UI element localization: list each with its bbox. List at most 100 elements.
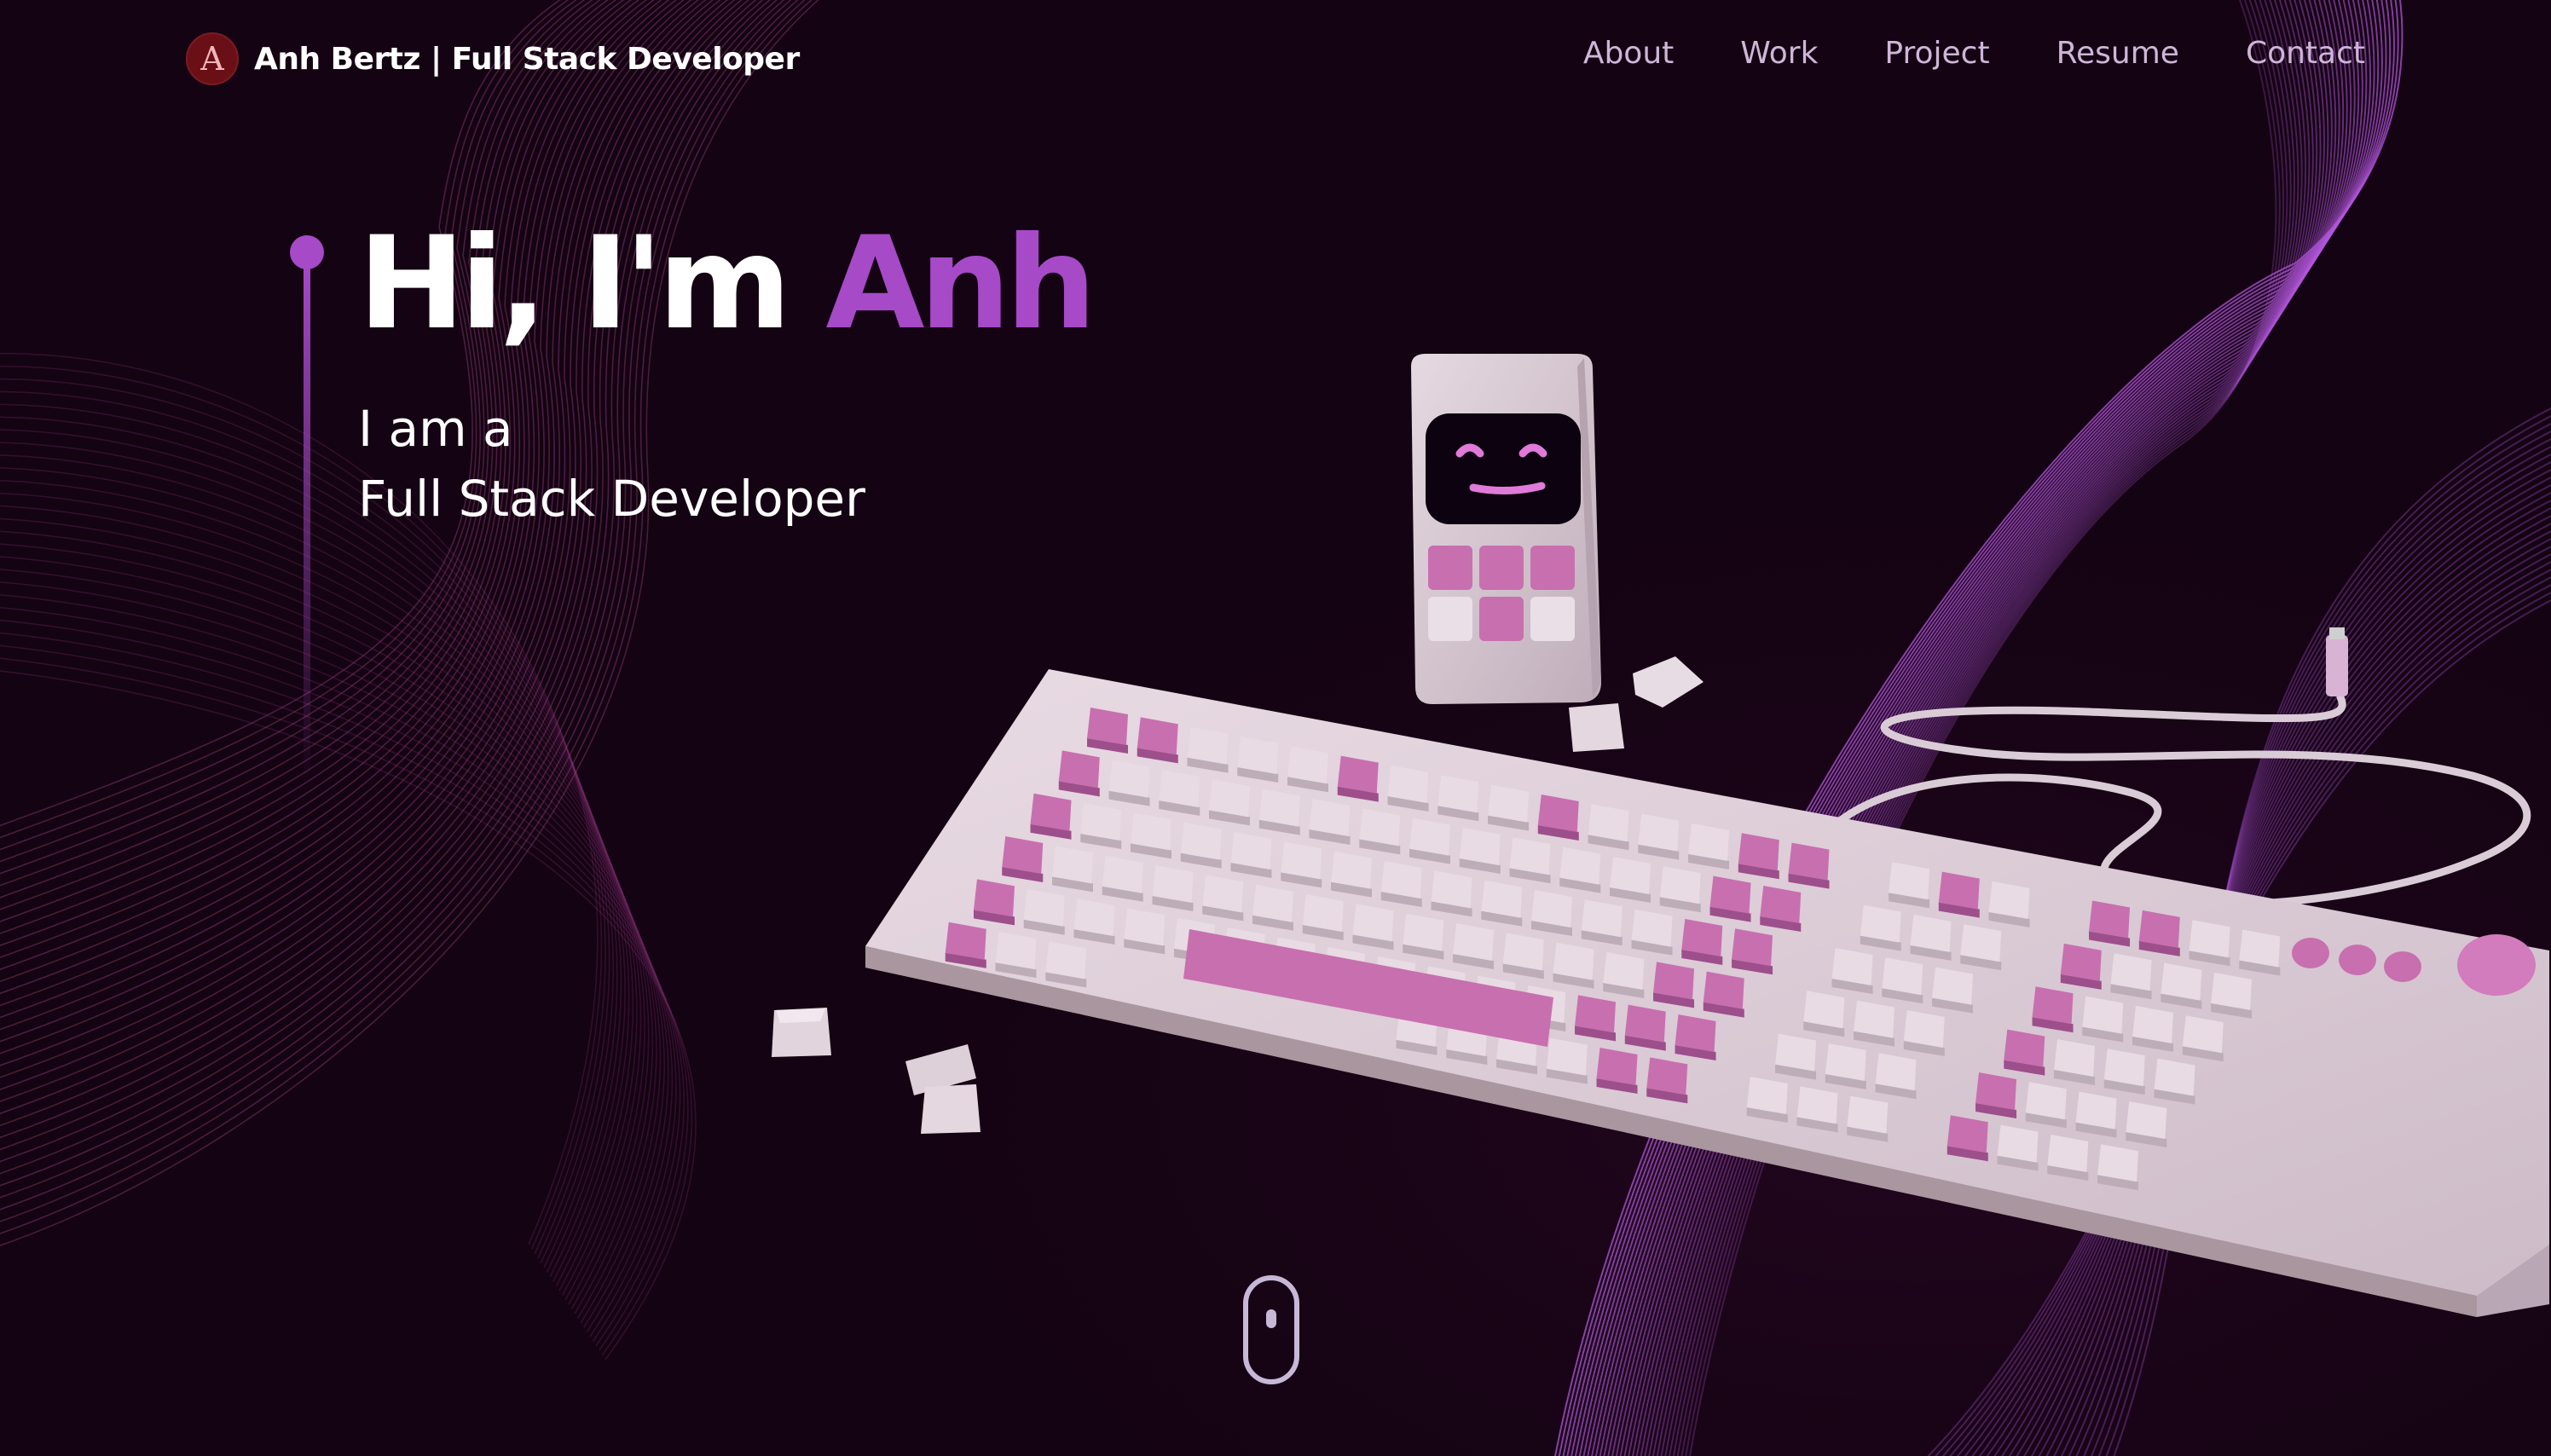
keycap xyxy=(1610,856,1651,903)
keycap xyxy=(1159,770,1200,817)
keycap xyxy=(1052,846,1094,893)
keycap xyxy=(1281,841,1322,888)
keycap xyxy=(2182,1015,2224,1062)
keycap xyxy=(1738,833,1779,880)
keycap xyxy=(1932,967,1974,1014)
keycap xyxy=(1537,794,1579,841)
robot-keycap xyxy=(1479,546,1524,590)
keycap xyxy=(1180,822,1222,869)
keycap xyxy=(2060,943,2102,990)
keycap xyxy=(1087,708,1128,754)
keycap xyxy=(2089,900,2131,947)
keycap xyxy=(2138,910,2180,956)
keycap xyxy=(1080,803,1122,850)
keycap xyxy=(1588,804,1629,851)
keycap xyxy=(1023,888,1065,935)
keycap xyxy=(1352,904,1394,950)
keycap xyxy=(1302,894,1344,941)
keycap xyxy=(1152,865,1194,912)
keycap xyxy=(1002,836,1044,883)
keycap xyxy=(1960,924,2002,971)
media-button xyxy=(2292,938,2329,968)
keycap xyxy=(1903,1009,1945,1056)
keycap xyxy=(1431,870,1472,917)
keycap xyxy=(2047,1134,2089,1181)
robot-keycap xyxy=(1479,597,1524,641)
page-root: A Anh Bertz | Full Stack Developer About… xyxy=(0,0,2551,1456)
keycap xyxy=(1709,875,1751,922)
keycap xyxy=(1760,885,1802,932)
keycap xyxy=(1596,1048,1638,1095)
keycap xyxy=(1102,855,1143,902)
keycap xyxy=(1337,755,1379,802)
keycap xyxy=(1137,717,1178,764)
keycap xyxy=(2189,920,2230,967)
keycap xyxy=(1359,808,1401,855)
keycap xyxy=(1453,923,1495,970)
keycap xyxy=(1889,862,1930,909)
keycap xyxy=(1659,866,1701,913)
robot-keycap xyxy=(1428,546,1472,590)
keycap xyxy=(1073,898,1115,945)
keycap xyxy=(1675,1014,1716,1060)
keycap xyxy=(1309,798,1351,845)
keycap xyxy=(1287,746,1329,793)
keycap xyxy=(1803,991,1845,1037)
mouse-scroll-icon[interactable] xyxy=(1243,1275,1299,1384)
keycap xyxy=(1581,899,1623,946)
keycap xyxy=(2075,1091,2117,1138)
robot-keycap xyxy=(1428,597,1472,641)
keycap xyxy=(2032,986,2074,1033)
keycap xyxy=(2054,1038,2096,1085)
keycap xyxy=(1124,908,1166,955)
keycap xyxy=(1258,789,1300,835)
keycap xyxy=(1860,904,1901,951)
keycap xyxy=(1882,957,1923,1004)
keycap xyxy=(2103,1049,2145,1095)
keycap xyxy=(1603,951,1645,998)
keycap xyxy=(1531,889,1573,936)
keycap xyxy=(2161,962,2202,1009)
keycap xyxy=(2004,1029,2045,1076)
keycap xyxy=(1825,1043,1866,1089)
keycap xyxy=(1638,813,1680,860)
keycap xyxy=(945,922,986,968)
scroll-wheel xyxy=(1266,1309,1276,1328)
keycap xyxy=(1910,914,1952,961)
keycap xyxy=(1646,1057,1688,1104)
keycap xyxy=(1481,880,1523,927)
keycap xyxy=(1502,933,1544,979)
keycap xyxy=(2132,1005,2174,1052)
keycap xyxy=(974,879,1015,926)
usb-plug xyxy=(2326,635,2348,696)
keycap xyxy=(1624,1004,1666,1051)
keycap xyxy=(2211,972,2253,1019)
keycap xyxy=(1187,726,1229,773)
keycap xyxy=(2239,929,2281,976)
keycap xyxy=(1653,962,1695,1008)
robot-keycap xyxy=(1530,546,1575,590)
keycap xyxy=(1488,784,1530,831)
keycap xyxy=(2154,1058,2195,1105)
keycap xyxy=(1331,851,1373,898)
keycap xyxy=(1854,1000,1895,1047)
keycap xyxy=(1947,1115,1988,1162)
keycap xyxy=(1988,881,2030,927)
keyboard xyxy=(865,669,2549,1317)
keycap xyxy=(1703,971,1744,1018)
keycap xyxy=(1409,818,1451,864)
keycap xyxy=(1938,871,1980,918)
keyboard-robot-illustration xyxy=(772,354,2549,1317)
keycap xyxy=(1387,765,1429,812)
keycap xyxy=(2126,1101,2167,1147)
keycap xyxy=(1252,884,1294,931)
keycap xyxy=(1030,793,1072,840)
keycap xyxy=(1732,928,1773,975)
keycap xyxy=(1559,846,1601,893)
robot-mascot xyxy=(1411,354,1601,704)
keycap xyxy=(1775,1033,1817,1080)
keycap xyxy=(1237,736,1279,783)
keycap xyxy=(1058,750,1100,797)
keycap xyxy=(1045,941,1087,988)
volume-knob xyxy=(2457,934,2536,996)
